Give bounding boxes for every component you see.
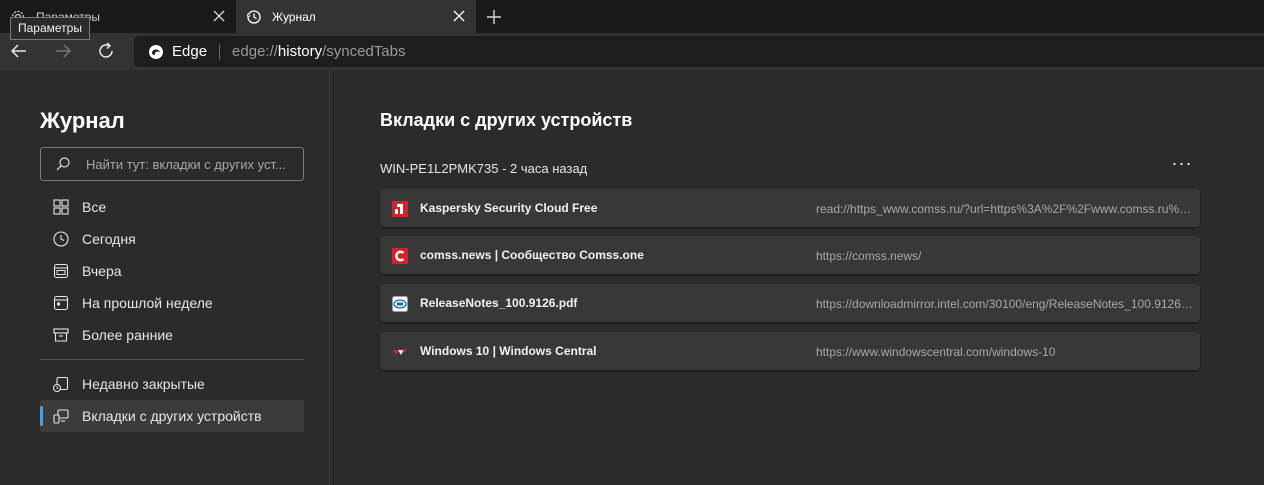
tab-url: https://www.windowscentral.com/windows-1… (816, 345, 1056, 359)
recently-closed-icon (52, 376, 69, 393)
windows-central-icon (393, 349, 407, 355)
synced-tab-row[interactable]: ReleaseNotes_100.9126.pdf https://downlo… (380, 284, 1200, 322)
comss-icon (392, 248, 408, 264)
tab-strip: Параметры Журнал (0, 0, 1264, 33)
sidebar-item-label: Недавно закрытые (82, 376, 205, 392)
toolbar: Edge edge://history/syncedTabs (0, 33, 1264, 70)
tooltip: Параметры (10, 17, 90, 40)
edge-logo-icon (149, 44, 163, 59)
forward-icon[interactable] (52, 40, 74, 62)
sidebar-item-label: Вчера (82, 263, 122, 279)
tab-url: read://https_www.comss.ru/?url=https%3A%… (816, 202, 1194, 216)
tab-url: https://downloadmirror.intel.com/30100/e… (816, 297, 1194, 311)
tab-title: ReleaseNotes_100.9126.pdf (420, 296, 578, 310)
tab-url: https://comss.news/ (816, 249, 922, 263)
sidebar-item-label: Сегодня (82, 231, 136, 247)
address-url[interactable]: edge://history/syncedTabs (232, 43, 405, 60)
devices-icon (53, 409, 69, 424)
search-icon (56, 157, 70, 171)
back-icon[interactable] (8, 40, 30, 62)
history-icon (247, 9, 261, 24)
synced-tab-row[interactable]: Kaspersky Security Cloud Free read://htt… (380, 189, 1200, 227)
sidebar-divider (40, 359, 304, 360)
address-bar[interactable]: Edge edge://history/syncedTabs (134, 36, 1264, 67)
synced-tabs-panel: Вкладки с других устройств WIN-PE1L2PMK7… (330, 70, 1264, 485)
calendar-day-icon (53, 263, 69, 279)
sidebar-item-label: Более ранние (82, 327, 173, 343)
tab-title: comss.news | Сообщество Comss.one (420, 248, 644, 262)
sidebar-item-yesterday[interactable]: Вчера (40, 255, 304, 287)
new-tab-icon[interactable] (484, 7, 504, 27)
sidebar-item-label: Все (82, 199, 107, 215)
sidebar-item-last-week[interactable]: На прошлой неделе (40, 287, 304, 319)
device-header: WIN-PE1L2PMK735 - 2 часа назад (380, 161, 588, 176)
sidebar-item-recently-closed[interactable]: Недавно закрытые (40, 368, 304, 400)
sidebar-item-all[interactable]: Все (40, 191, 304, 223)
calendar-week-icon (53, 295, 69, 311)
sidebar-item-today[interactable]: Сегодня (40, 223, 304, 255)
sidebar-item-older[interactable]: Более ранние (40, 319, 304, 351)
page-title: Вкладки с других устройств (380, 110, 633, 130)
synced-tab-row[interactable]: Windows 10 | Windows Central https://www… (380, 332, 1200, 370)
close-icon[interactable] (212, 9, 226, 23)
tab-history-label: Журнал (272, 9, 316, 24)
refresh-icon[interactable] (95, 40, 117, 62)
tab-history[interactable]: Журнал (236, 0, 476, 33)
edge-brand-label: Edge (172, 43, 208, 60)
sidebar-title: Журнал (40, 108, 125, 133)
search-input[interactable] (86, 156, 301, 172)
close-icon[interactable] (452, 9, 466, 23)
tab-title: Kaspersky Security Cloud Free (420, 201, 598, 215)
more-options-button[interactable]: ··· (1169, 154, 1195, 177)
address-separator (219, 43, 221, 60)
archive-icon (53, 328, 69, 342)
history-sidebar: Журнал Все Сегодня Вчера На прошлой неде… (0, 70, 330, 485)
sidebar-item-label: На прошлой неделе (82, 295, 213, 311)
synced-tab-row[interactable]: comss.news | Сообщество Comss.one https:… (380, 236, 1200, 274)
tab-title: Windows 10 | Windows Central (420, 344, 597, 358)
kaspersky-icon (392, 201, 408, 217)
grid-icon (53, 199, 69, 215)
history-search[interactable] (40, 147, 304, 181)
intel-icon (392, 296, 408, 312)
sidebar-item-other-devices[interactable]: Вкладки с других устройств (40, 400, 304, 432)
clock-icon (53, 231, 69, 247)
sidebar-item-label: Вкладки с других устройств (82, 408, 262, 424)
